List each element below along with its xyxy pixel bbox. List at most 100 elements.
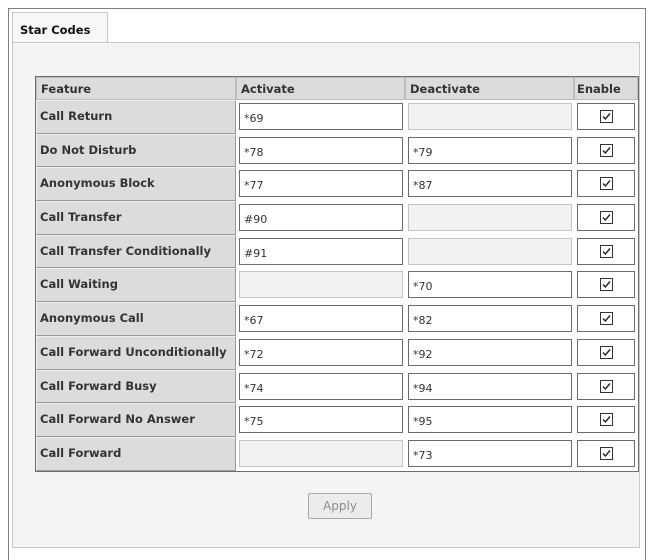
- deactivate-code-input[interactable]: [408, 439, 572, 467]
- activate-code-input[interactable]: [239, 237, 403, 265]
- deactivate-code-input: [408, 204, 572, 232]
- activate-cell: [236, 234, 405, 269]
- deactivate-cell: [405, 403, 574, 437]
- activate-cell: [236, 335, 405, 370]
- activate-cell: [236, 268, 405, 303]
- feature-label: Call Forward: [36, 436, 236, 471]
- enable-checkbox-frame: [577, 170, 635, 198]
- feature-label: Call Forward Unconditionally: [36, 335, 236, 370]
- activate-cell: [236, 436, 405, 471]
- activate-cell: [236, 201, 405, 235]
- star-codes-panel: Feature Activate Deactivate Enable Call …: [12, 42, 640, 548]
- enable-checkbox-frame: [577, 372, 635, 400]
- checkbox-checked-icon[interactable]: [599, 379, 613, 393]
- deactivate-code-input[interactable]: [408, 271, 572, 299]
- feature-label: Call Return: [36, 100, 236, 134]
- table-row: Call Forward: [36, 436, 638, 471]
- checkbox-checked-icon[interactable]: [599, 413, 613, 427]
- activate-code-input[interactable]: [239, 338, 403, 366]
- deactivate-code-input[interactable]: [408, 372, 572, 400]
- deactivate-cell: [405, 100, 574, 134]
- checkbox-checked-icon[interactable]: [599, 345, 613, 359]
- feature-label: Call Transfer Conditionally: [36, 234, 236, 269]
- deactivate-code-input[interactable]: [408, 136, 572, 164]
- table-row: Do Not Disturb: [36, 133, 638, 168]
- deactivate-cell: [405, 268, 574, 303]
- feature-label: Do Not Disturb: [36, 133, 236, 168]
- table-row: Anonymous Call: [36, 302, 638, 336]
- tab-star-codes[interactable]: Star Codes: [12, 12, 108, 42]
- deactivate-cell: [405, 201, 574, 235]
- enable-cell: [574, 100, 638, 134]
- enable-cell: [574, 335, 638, 370]
- checkbox-checked-icon[interactable]: [599, 312, 613, 326]
- checkbox-checked-icon[interactable]: [599, 278, 613, 292]
- enable-checkbox-frame: [577, 305, 635, 333]
- table-row: Call Return: [36, 100, 638, 134]
- activate-code-input[interactable]: [239, 103, 403, 130]
- table-row: Call Transfer Conditionally: [36, 234, 638, 269]
- table-row: Call Forward Busy: [36, 369, 638, 404]
- apply-button[interactable]: Apply: [308, 493, 372, 519]
- table-row: Call Transfer: [36, 201, 638, 235]
- deactivate-cell: [405, 234, 574, 269]
- deactivate-cell: [405, 369, 574, 404]
- star-codes-table: Feature Activate Deactivate Enable Call …: [35, 76, 639, 472]
- deactivate-cell: [405, 436, 574, 471]
- feature-label: Call Forward Busy: [36, 369, 236, 404]
- checkbox-checked-icon[interactable]: [599, 177, 613, 191]
- enable-cell: [574, 268, 638, 303]
- activate-code-input: [239, 439, 403, 467]
- column-header-enable: Enable: [574, 77, 638, 100]
- deactivate-cell: [405, 167, 574, 202]
- enable-checkbox-frame: [577, 237, 635, 265]
- activate-code-input[interactable]: [239, 170, 403, 198]
- table-body: Call ReturnDo Not DisturbAnonymous Block…: [36, 100, 638, 471]
- feature-label: Call Waiting: [36, 268, 236, 303]
- deactivate-cell: [405, 302, 574, 336]
- feature-label: Anonymous Block: [36, 167, 236, 202]
- enable-checkbox-frame: [577, 406, 635, 434]
- deactivate-code-input[interactable]: [408, 305, 572, 333]
- enable-checkbox-frame: [577, 439, 635, 467]
- deactivate-code-input[interactable]: [408, 170, 572, 198]
- checkbox-checked-icon[interactable]: [599, 110, 613, 123]
- feature-label: Call Transfer: [36, 201, 236, 235]
- enable-checkbox-frame: [577, 338, 635, 366]
- table-row: Call Forward No Answer: [36, 403, 638, 437]
- activate-code-input[interactable]: [239, 305, 403, 333]
- table-row: Anonymous Block: [36, 167, 638, 202]
- enable-checkbox-frame: [577, 271, 635, 299]
- column-header-activate: Activate: [236, 77, 405, 100]
- column-header-deactivate: Deactivate: [405, 77, 574, 100]
- table-row: Call Waiting: [36, 268, 638, 303]
- checkbox-checked-icon[interactable]: [599, 244, 613, 258]
- enable-cell: [574, 302, 638, 336]
- deactivate-code-input[interactable]: [408, 406, 572, 434]
- enable-checkbox-frame: [577, 136, 635, 164]
- enable-cell: [574, 133, 638, 168]
- activate-code-input: [239, 271, 403, 299]
- activate-code-input[interactable]: [239, 406, 403, 434]
- checkbox-checked-icon[interactable]: [599, 143, 613, 157]
- activate-code-input[interactable]: [239, 372, 403, 400]
- tab-label: Star Codes: [20, 23, 91, 37]
- enable-cell: [574, 369, 638, 404]
- feature-label: Anonymous Call: [36, 302, 236, 336]
- activate-cell: [236, 133, 405, 168]
- activate-code-input[interactable]: [239, 136, 403, 164]
- activate-cell: [236, 302, 405, 336]
- table-row: Call Forward Unconditionally: [36, 335, 638, 370]
- activate-cell: [236, 100, 405, 134]
- activate-cell: [236, 403, 405, 437]
- deactivate-cell: [405, 335, 574, 370]
- enable-cell: [574, 167, 638, 202]
- deactivate-code-input[interactable]: [408, 338, 572, 366]
- enable-checkbox-frame: [577, 204, 635, 232]
- deactivate-code-input: [408, 103, 572, 130]
- activate-cell: [236, 167, 405, 202]
- activate-code-input[interactable]: [239, 204, 403, 232]
- enable-cell: [574, 436, 638, 471]
- checkbox-checked-icon[interactable]: [599, 446, 613, 460]
- checkbox-checked-icon[interactable]: [599, 211, 613, 225]
